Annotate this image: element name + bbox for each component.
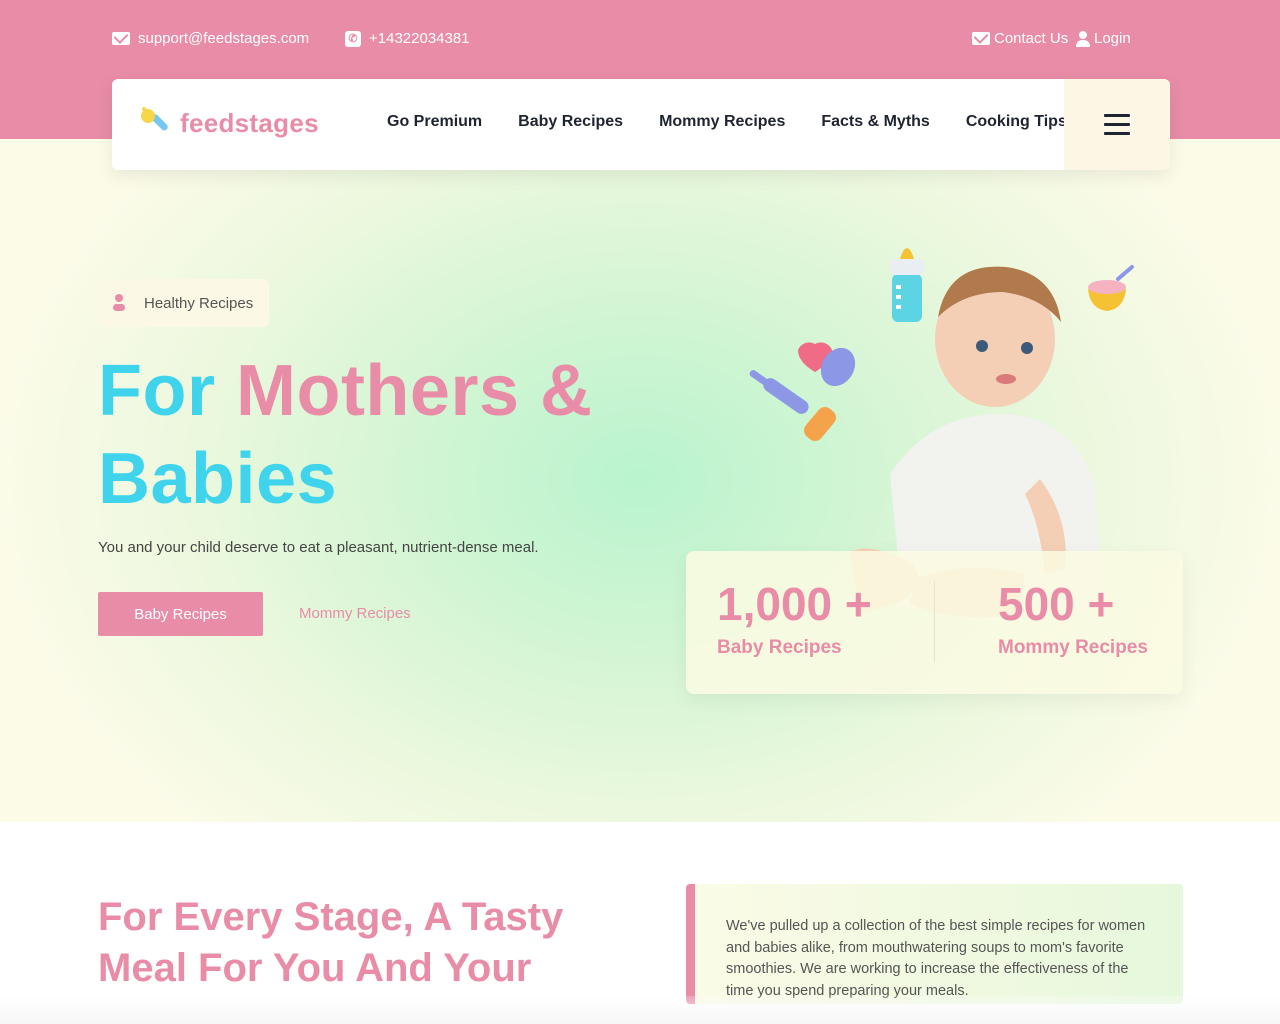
phone-link[interactable]: ✆ +14322034381 [345,30,470,47]
contact-us-link[interactable]: Contact Us [972,30,1068,47]
nav-cooking-tips[interactable]: Cooking Tips [966,113,1067,131]
stat-baby-recipes: 1,000 + Baby Recipes [717,577,872,659]
logo[interactable]: feedstages [138,105,319,141]
phone-text: +14322034381 [369,30,470,47]
stat-label: Mommy Recipes [998,637,1148,658]
hamburger-menu-icon[interactable] [1064,79,1170,170]
about-section: For Every Stage, A Tasty Meal For You An… [0,822,1280,1024]
cutlery-icon [749,342,856,441]
contact-us-label: Contact Us [994,30,1069,47]
hero-description: You and your child deserve to eat a plea… [98,539,539,556]
stats-card: 1,000 + Baby Recipes 500 + Mommy Recipes [686,551,1183,694]
stat-divider [934,581,935,663]
baby-icon [112,294,126,312]
tag-label: Healthy Recipes [144,294,254,312]
stat-label: Baby Recipes [717,637,842,658]
nav-baby-recipes[interactable]: Baby Recipes [518,113,623,131]
nav-go-premium[interactable]: Go Premium [387,113,482,131]
logo-icon [141,107,168,133]
login-link[interactable]: Login [1076,30,1131,47]
email-text: support@feedstages.com [138,30,310,47]
about-title: For Every Stage, A Tasty Meal For You An… [98,895,564,990]
nav-mommy-recipes[interactable]: Mommy Recipes [659,113,785,131]
bottle-icon [890,248,924,322]
hero-section: Healthy Recipes For Mothers & Babies You… [0,139,1280,822]
logo-text: feedstages [180,107,319,138]
main-navbar: feedstages Go Premium Baby Recipes Mommy… [112,79,1170,170]
stat-value: 500 + [998,578,1115,630]
mommy-recipes-link[interactable]: Mommy Recipes [299,605,411,622]
hero-title-part3: Babies [98,439,338,519]
phone-icon: ✆ [345,30,361,47]
hero-title-part1: For [98,351,216,431]
baby-recipes-button[interactable]: Baby Recipes [98,592,263,636]
about-text: We've pulled up a collection of the best… [726,918,1146,1000]
user-icon [1076,30,1090,47]
healthy-recipes-tag: Healthy Recipes [98,279,269,327]
stat-mommy-recipes: 500 + Mommy Recipes [998,577,1148,659]
hero-title-part2: Mothers & [236,351,593,431]
hero-title: For Mothers & Babies [98,347,658,523]
bottom-fade [0,996,1280,1024]
nav-facts-myths[interactable]: Facts & Myths [821,113,929,131]
mail-icon [112,32,130,45]
email-link[interactable]: support@feedstages.com [112,30,309,47]
nav-links: Go Premium Baby Recipes Mommy Recipes Fa… [387,113,1067,131]
login-label: Login [1094,30,1131,47]
food-bowl-icon [1088,265,1134,311]
stat-value: 1,000 + [717,578,872,630]
mail-icon [972,32,990,45]
about-card: We've pulled up a collection of the best… [686,884,1183,1004]
